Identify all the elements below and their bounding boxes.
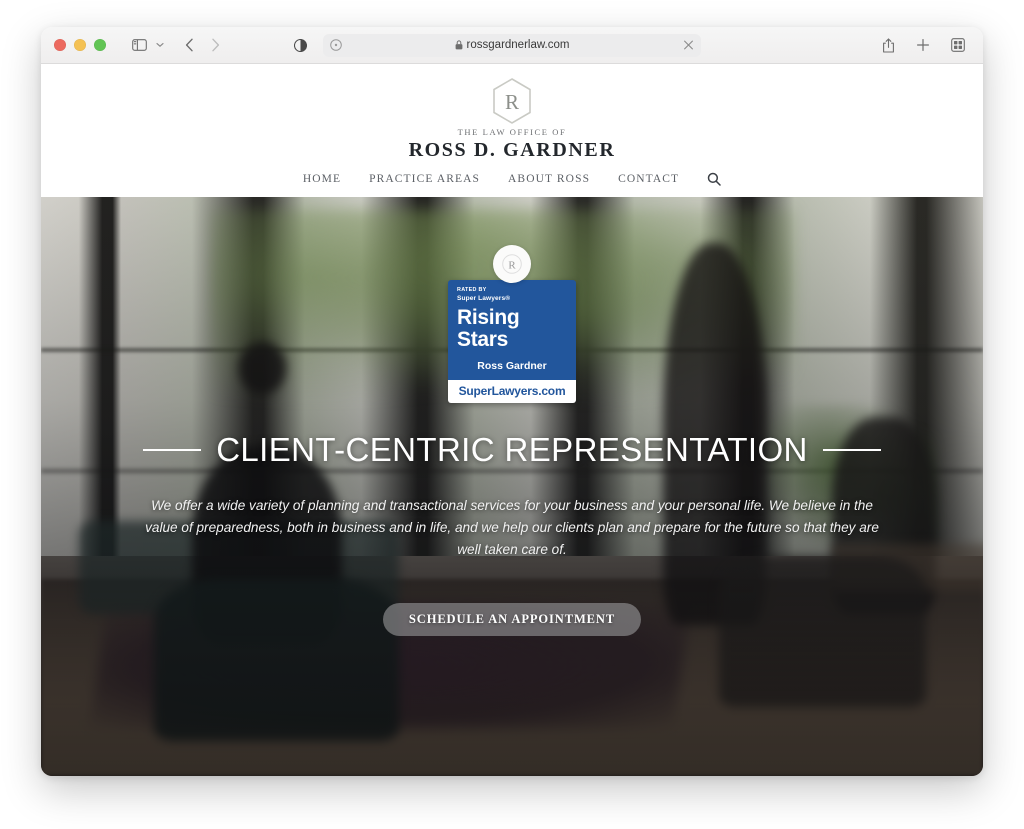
hero-paragraph: We offer a wide variety of planning and …	[145, 497, 879, 557]
super-lawyers-badge[interactable]: RATED BY Super Lawyers® Rising Stars Ros…	[448, 280, 576, 403]
tab-grid-icon[interactable]	[945, 33, 971, 57]
minimize-window-button[interactable]	[74, 39, 86, 51]
nav-item-practice-areas[interactable]: PRACTICE AREAS	[369, 173, 480, 185]
navigation-arrows	[176, 33, 228, 57]
badge-website-link[interactable]: SuperLawyers.com	[448, 379, 576, 403]
badge-award: Rising Stars	[457, 305, 520, 351]
nav-item-contact[interactable]: CONTACT	[618, 173, 679, 185]
search-icon[interactable]	[707, 172, 721, 186]
svg-text:R: R	[505, 90, 519, 114]
nav-item-home[interactable]: HOME	[303, 173, 341, 185]
hero-headline-row: CLIENT-CENTRIC REPRESENTATION	[41, 431, 983, 469]
web-page: R THE LAW OFFICE OF ROSS D. GARDNER HOME…	[41, 64, 983, 776]
svg-text:R: R	[508, 259, 516, 271]
share-icon[interactable]	[875, 33, 901, 57]
hero-headline: CLIENT-CENTRIC REPRESENTATION	[216, 430, 808, 468]
hero-section: RATED BY Super Lawyers® Rising Stars Ros…	[41, 197, 983, 776]
sidebar-chevron-down-icon[interactable]	[152, 33, 168, 57]
badge-attorney-name: Ross Gardner	[477, 359, 547, 372]
window-controls	[54, 39, 106, 51]
reader-contrast-icon[interactable]	[287, 33, 313, 57]
schedule-appointment-button[interactable]: SCHEDULE AN APPOINTMENT	[382, 602, 642, 636]
lock-icon	[455, 40, 463, 50]
hero-content: RATED BY Super Lawyers® Rising Stars Ros…	[41, 197, 983, 776]
hexagon-monogram-logo-icon[interactable]: R	[490, 77, 534, 125]
browser-window: rossgardnerlaw.com R THE LAW OFFICE OF R…	[41, 27, 983, 776]
brand-kicker: THE LAW OFFICE OF	[457, 127, 567, 137]
sidebar-controls	[126, 33, 168, 57]
maximize-window-button[interactable]	[94, 39, 106, 51]
browser-toolbar: rossgardnerlaw.com	[41, 27, 983, 64]
nav-item-about-ross[interactable]: ABOUT ROSS	[508, 173, 590, 185]
headline-rule-right	[822, 448, 881, 451]
url-text: rossgardnerlaw.com	[466, 39, 570, 51]
close-window-button[interactable]	[54, 39, 66, 51]
super-lawyers-badge-body: RATED BY Super Lawyers® Rising Stars Ros…	[448, 280, 576, 380]
badge-organization: Super Lawyers®	[457, 294, 511, 302]
scroll-down-monogram-badge[interactable]: R	[493, 245, 531, 283]
brand-name: ROSS D. GARDNER	[408, 139, 616, 161]
extensions-icon[interactable]	[330, 39, 342, 51]
address-bar[interactable]: rossgardnerlaw.com	[323, 33, 701, 57]
stop-reload-button[interactable]	[683, 40, 694, 51]
main-navigation: HOME PRACTICE AREAS ABOUT ROSS CONTACT	[303, 172, 721, 186]
sidebar-toggle-button[interactable]	[126, 33, 152, 57]
plus-icon[interactable]	[910, 33, 936, 57]
badge-rated-by: RATED BY	[457, 287, 487, 293]
forward-button[interactable]	[202, 33, 228, 57]
site-header: R THE LAW OFFICE OF ROSS D. GARDNER HOME…	[41, 64, 983, 197]
headline-rule-left	[143, 448, 202, 451]
toolbar-right-actions	[875, 33, 971, 57]
back-button[interactable]	[176, 33, 202, 57]
address-bar-container: rossgardnerlaw.com	[293, 33, 701, 57]
